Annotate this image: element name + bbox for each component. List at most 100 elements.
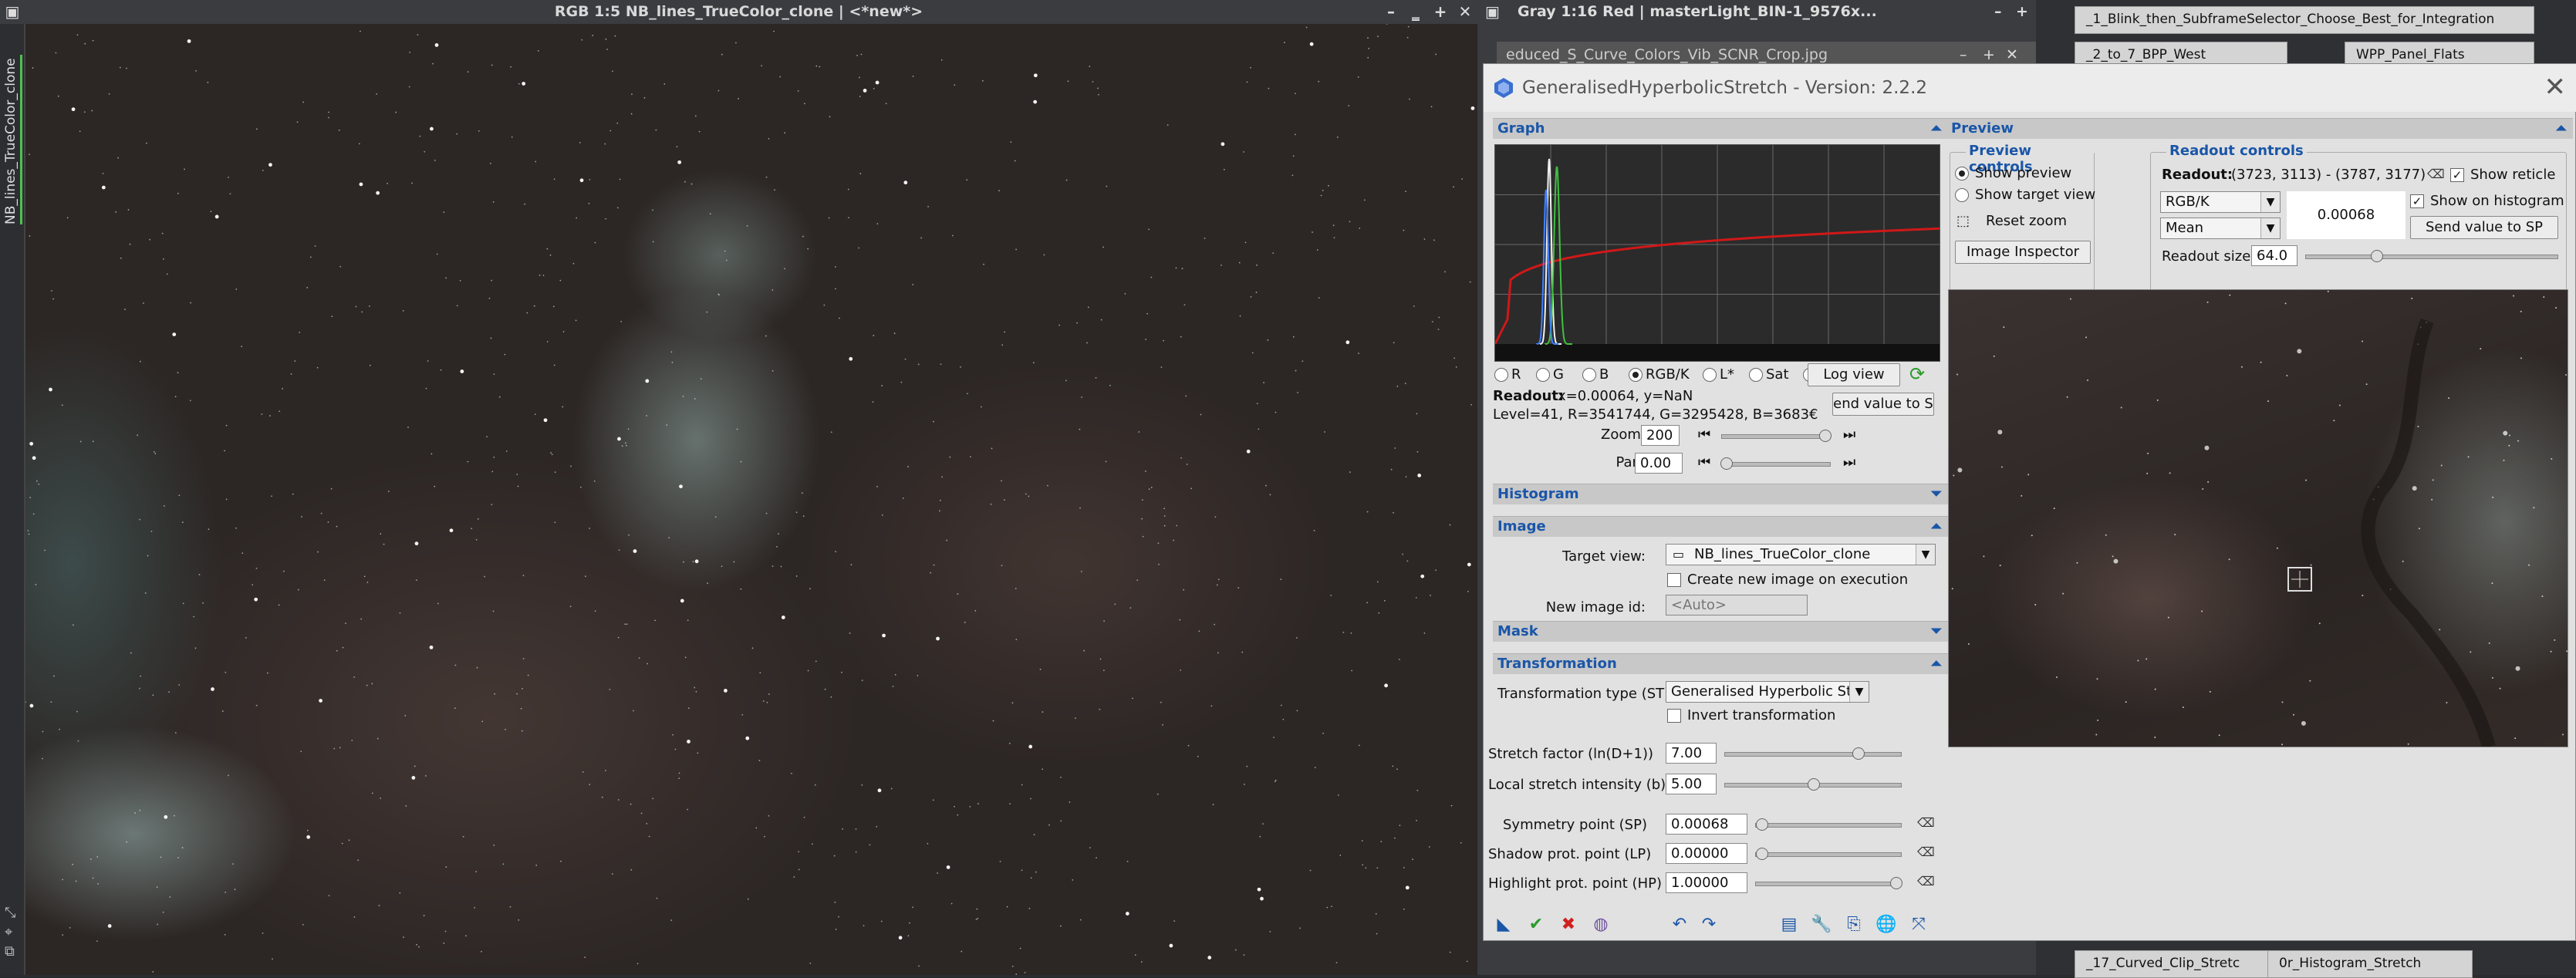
image-canvas[interactable]	[25, 24, 1477, 975]
reset-zoom-icon[interactable]: ⬚	[1956, 213, 1970, 229]
window2-titlebar[interactable]: ▣ Gray 1:16 Red | masterLight_BIN-1_9576…	[1477, 0, 2036, 24]
copy-icon[interactable]: ⧉	[5, 943, 15, 959]
refresh-icon[interactable]: ⟳	[1909, 363, 1931, 385]
highlight-protection-slider[interactable]	[1755, 877, 1902, 889]
channel-radio-r[interactable]	[1494, 368, 1508, 382]
zoom-slider[interactable]	[1721, 430, 1832, 442]
local-stretch-field[interactable]: 5.00	[1666, 774, 1717, 794]
send-value-button[interactable]: end value to S	[1832, 393, 1934, 416]
readout-stat-combo[interactable]: Mean ▼	[2160, 218, 2281, 239]
collapse-icon[interactable]: ⏶	[2556, 119, 2567, 139]
mask-section-header[interactable]: Mask ⏷	[1493, 621, 1948, 642]
chevron-down-icon[interactable]: ▼	[1849, 682, 1869, 702]
slider-knob[interactable]	[1852, 747, 1865, 760]
target-view-combo[interactable]: ▭ NB_lines_TrueColor_clone ▼	[1666, 544, 1936, 565]
maximize-button[interactable]: +	[2016, 0, 2028, 24]
clear-icon[interactable]: ⌫	[1917, 845, 1935, 860]
image-window-titlebar[interactable]: RGB 1:5 NB_lines_TrueColor_clone | <*new…	[0, 0, 1477, 24]
collapse-icon[interactable]: ⏶	[1931, 517, 1942, 537]
minimize-button[interactable]: –	[1379, 0, 1403, 24]
histogram-section-header[interactable]: Histogram ⏷	[1493, 484, 1948, 504]
channel-radio-rgbk[interactable]	[1629, 368, 1642, 382]
channel-radio-sat[interactable]	[1749, 368, 1763, 382]
collapse-icon[interactable]: ⏶	[1931, 654, 1942, 674]
show-on-histogram-checkbox[interactable]: ✓	[2410, 194, 2424, 208]
show-reticle-checkbox[interactable]: ✓	[2450, 168, 2464, 182]
channel-radio-g[interactable]	[1536, 368, 1550, 382]
symmetry-point-field[interactable]: 0.00068	[1666, 814, 1747, 835]
apply-icon[interactable]: ✔	[1525, 914, 1547, 936]
close-button[interactable]: ✕	[1453, 0, 1477, 24]
zoom-field[interactable]: 200	[1641, 425, 1680, 446]
graph-section-header[interactable]: Graph ⏶	[1493, 118, 1948, 139]
transformation-type-combo[interactable]: Generalised Hyperbolic Stretch ▼	[1666, 681, 1869, 703]
documentation-icon[interactable]: ▤	[1778, 914, 1800, 936]
pan-field[interactable]: 0.00	[1635, 453, 1683, 474]
send-value-to-sp-button[interactable]: Send value to SP	[2410, 216, 2558, 239]
export-icon[interactable]: ⎘	[1843, 914, 1865, 936]
channel-radio-l[interactable]	[1703, 368, 1717, 382]
invert-transformation-checkbox[interactable]	[1667, 709, 1681, 723]
stretch-factor-field[interactable]: 7.00	[1666, 743, 1717, 764]
zoom-max-icon[interactable]: ⏭	[1843, 427, 1855, 443]
window-menu-icon[interactable]: ▣	[1485, 0, 1500, 24]
window-menu-icon[interactable]: ▣	[0, 0, 25, 24]
pin-icon[interactable]: ⌖	[5, 924, 12, 940]
slider-knob[interactable]	[1890, 877, 1902, 889]
pan-max-icon[interactable]: ⏭	[1843, 454, 1855, 470]
clear-icon[interactable]: ⌫	[2427, 167, 2445, 182]
image-inspector-button[interactable]: Image Inspector	[1955, 241, 2091, 264]
readout-channel-combo[interactable]: RGB/K ▼	[2160, 191, 2281, 213]
local-stretch-slider[interactable]	[1724, 778, 1902, 791]
expand-icon[interactable]: ⏷	[1931, 622, 1942, 642]
slider-knob[interactable]	[1756, 848, 1768, 860]
reset-instance-icon[interactable]: ⤧	[1908, 914, 1929, 936]
preview-section-header[interactable]: Preview ⏶	[1946, 118, 2573, 139]
settings-icon[interactable]: 🔧	[1811, 914, 1832, 936]
chevron-down-icon[interactable]: ▼	[2260, 218, 2280, 238]
chevron-down-icon[interactable]: ▼	[1916, 545, 1935, 565]
close-icon[interactable]: ✕	[2544, 73, 2567, 101]
reset-zoom-button[interactable]: Reset zoom	[1986, 213, 2067, 229]
web-icon[interactable]: 🌐	[1875, 914, 1897, 936]
collapse-icon[interactable]: ⏶	[1931, 119, 1942, 139]
stretch-factor-slider[interactable]	[1724, 747, 1902, 760]
expand-icon[interactable]: ⏷	[1931, 484, 1942, 504]
ghs-dialog[interactable]: GeneralisedHyperbolicStretch - Version: …	[1483, 63, 2576, 941]
image-section-header[interactable]: Image ⏶	[1493, 516, 1948, 537]
script-tab[interactable]: 0r_Histogram_Stretch	[2267, 950, 2473, 978]
cancel-icon[interactable]: ✖	[1558, 914, 1579, 936]
show-target-radio[interactable]	[1955, 188, 1969, 202]
create-new-image-checkbox[interactable]	[1667, 573, 1681, 587]
shade-button[interactable]: ‗	[1403, 0, 1428, 24]
script-tab[interactable]: _1_Blink_then_SubframeSelector_Choose_Be…	[2075, 6, 2534, 34]
zoom-min-icon[interactable]: ⏮	[1698, 427, 1710, 443]
clear-icon[interactable]: ⌫	[1917, 815, 1935, 831]
slider-knob[interactable]	[1808, 778, 1820, 791]
highlight-protection-field[interactable]: 1.00000	[1666, 872, 1747, 893]
clear-icon[interactable]: ⌫	[1917, 874, 1935, 889]
script-tab[interactable]: _17_Curved_Clip_Stretc	[2075, 950, 2272, 978]
graph-plot[interactable]	[1494, 144, 1940, 362]
minimize-button[interactable]: –	[1994, 0, 2002, 24]
undo-icon[interactable]: ↶	[1669, 914, 1690, 936]
readout-size-slider[interactable]	[2305, 250, 2558, 262]
log-view-button[interactable]: Log view	[1808, 363, 1900, 386]
transformation-section-header[interactable]: Transformation ⏶	[1493, 653, 1948, 674]
preview-image[interactable]	[1948, 289, 2568, 747]
apply-global-icon[interactable]: ◍	[1590, 914, 1612, 936]
channel-radio-b[interactable]	[1582, 368, 1596, 382]
view-id-tab[interactable]: NB_lines_TrueColor_clone	[3, 55, 22, 224]
pan-slider[interactable]	[1720, 457, 1831, 470]
new-image-id-field[interactable]	[1666, 595, 1808, 615]
slider-knob[interactable]	[1756, 818, 1768, 831]
symmetry-point-slider[interactable]	[1755, 818, 1902, 831]
dialog-titlebar[interactable]: GeneralisedHyperbolicStretch - Version: …	[1484, 64, 2576, 112]
readout-size-field[interactable]: 64.0	[2251, 245, 2297, 266]
shadow-protection-field[interactable]: 0.00000	[1666, 843, 1747, 864]
new-instance-icon[interactable]: ◣	[1493, 914, 1514, 936]
redo-icon[interactable]: ↷	[1698, 914, 1720, 936]
show-preview-radio[interactable]	[1955, 167, 1969, 180]
maximize-button[interactable]: +	[1428, 0, 1453, 24]
expand-icon[interactable]: ⤡	[5, 905, 15, 921]
